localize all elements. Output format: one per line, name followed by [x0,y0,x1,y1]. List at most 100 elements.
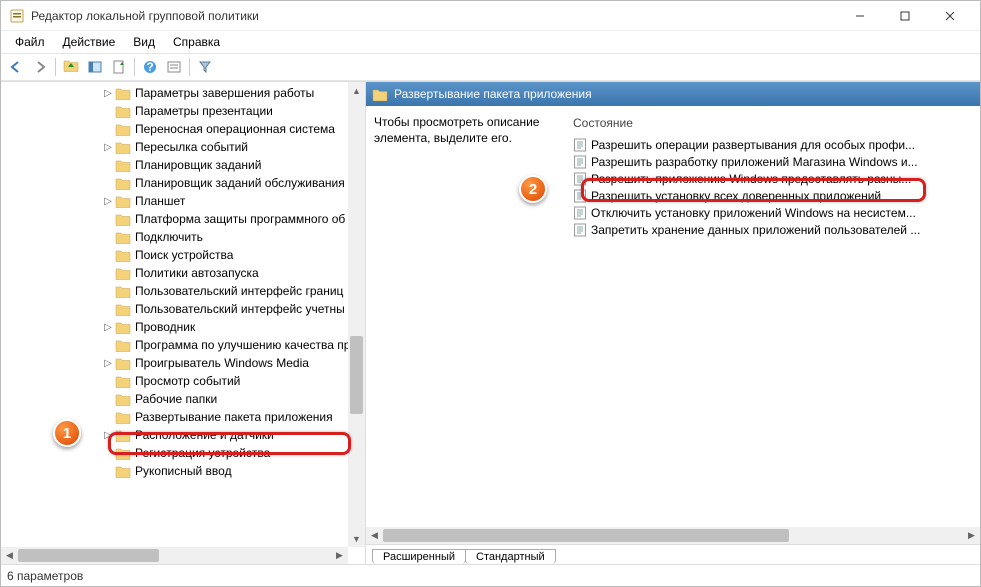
scroll-down-icon[interactable]: ▼ [348,530,365,547]
tree-hscrollbar[interactable]: ◀ ▶ [1,547,348,564]
statusbar: 6 параметров [1,564,980,586]
policy-item[interactable]: Разрешить приложению Windows предоставля… [569,170,972,187]
back-button[interactable] [5,56,27,78]
tree-item-label: Подключить [135,230,203,244]
scroll-thumb[interactable] [383,529,789,542]
policy-item[interactable]: Отключить установку приложений Windows н… [569,204,972,221]
details-hscrollbar[interactable]: ◀ ▶ [366,527,980,544]
scroll-up-icon[interactable]: ▲ [348,82,365,99]
tree-item[interactable]: Платформа защиты программного об [1,210,365,228]
tree-item[interactable]: Рукописный ввод [1,462,365,480]
help-button[interactable]: ? [139,56,161,78]
toolbar-separator-2 [134,58,135,76]
tree-item[interactable]: Параметры презентации [1,102,365,120]
policy-item-label: Запретить хранение данных приложений пол… [591,223,920,237]
menubar: Файл Действие Вид Справка [1,31,980,53]
tree-item[interactable]: Регистрация устройства [1,444,365,462]
window-title: Редактор локальной групповой политики [31,9,837,23]
scroll-thumb[interactable] [18,549,159,562]
details-pane: Развертывание пакета приложения Чтобы пр… [366,82,980,564]
tree-item[interactable]: Пользовательский интерфейс границ [1,282,365,300]
tree-item[interactable]: Политики автозапуска [1,264,365,282]
menu-view[interactable]: Вид [125,33,163,51]
maximize-button[interactable] [882,2,927,30]
folder-icon [372,88,388,101]
tree-item-label: Просмотр событий [135,374,240,388]
policy-setting-icon [573,206,587,220]
tree-item-label: Рабочие папки [135,392,217,406]
minimize-button[interactable] [837,2,882,30]
folder-icon [115,285,131,298]
tree-item[interactable]: ▷ Проводник [1,318,365,336]
filter-button[interactable] [194,56,216,78]
tab-extended[interactable]: Расширенный [372,549,466,564]
tree-item-label: Переносная операционная система [135,122,335,136]
tree-item[interactable]: ▷Проигрыватель Windows Media [1,354,365,372]
policy-setting-icon [573,138,587,152]
tree-item[interactable]: Просмотр событий [1,372,365,390]
policy-setting-icon [573,172,587,186]
tree-item[interactable]: Поиск устройства [1,246,365,264]
policy-item[interactable]: Разрешить операции развертывания для осо… [569,136,972,153]
policy-setting-icon [573,155,587,169]
tab-standard[interactable]: Стандартный [465,549,556,564]
expander-icon[interactable]: ▷ [101,142,115,153]
scroll-thumb[interactable] [350,336,363,414]
menu-help[interactable]: Справка [165,33,228,51]
tree-item-label: Пользовательский интерфейс учетны [135,302,345,316]
tree-item[interactable]: ▷Параметры завершения работы [1,84,365,102]
expander-icon[interactable]: ▷ [101,88,115,99]
column-state-header[interactable]: Состояние [569,114,972,132]
content-area: ▷Параметры завершения работыПараметры пр… [1,81,980,564]
scroll-left-icon[interactable]: ◀ [366,527,383,544]
scroll-left-icon[interactable]: ◀ [1,547,18,564]
tree-item[interactable]: Переносная операционная система [1,120,365,138]
tree-item-label: Поиск устройства [135,248,233,262]
folder-icon [115,141,131,154]
export-button[interactable] [108,56,130,78]
up-button[interactable] [60,56,82,78]
tree-vscrollbar[interactable]: ▲ ▼ [348,82,365,547]
folder-icon [115,213,131,226]
scroll-right-icon[interactable]: ▶ [331,547,348,564]
tree-item[interactable]: ▷Планшет [1,192,365,210]
tree-item[interactable]: Планировщик заданий обслуживания [1,174,365,192]
details-header: Развертывание пакета приложения [366,82,980,106]
properties-button[interactable] [163,56,185,78]
expander-icon[interactable]: ▷ [101,196,115,207]
tabs: Расширенный Стандартный [366,544,980,564]
folder-icon [115,231,131,244]
tree-item[interactable]: Пользовательский интерфейс учетны [1,300,365,318]
expander-icon[interactable]: ▷ [101,430,115,441]
tree-item[interactable]: Подключить [1,228,365,246]
folder-icon [115,303,131,316]
policy-item-label: Отключить установку приложений Windows н… [591,206,916,220]
policy-item-label: Разрешить разработку приложений Магазина… [591,155,918,169]
menu-action[interactable]: Действие [55,33,124,51]
show-hide-button[interactable] [84,56,106,78]
details-list-area: Состояние Разрешить операции развертыван… [569,114,972,536]
forward-button[interactable] [29,56,51,78]
folder-icon [115,411,131,424]
toolbar-separator [55,58,56,76]
folder-icon [115,429,131,442]
tree-item-label: Платформа защиты программного об [135,212,345,226]
folder-icon [115,159,131,172]
tree-item[interactable]: ▷Пересылка событий [1,138,365,156]
tree-item[interactable]: Развертывание пакета приложения [1,408,365,426]
expander-icon[interactable]: ▷ [101,358,115,369]
tree-item[interactable]: ▷ Расположение и датчики [1,426,365,444]
folder-icon [115,177,131,190]
close-button[interactable] [927,2,972,30]
tree-item[interactable]: Программа по улучшению качества пр [1,336,365,354]
scroll-right-icon[interactable]: ▶ [963,527,980,544]
menu-file[interactable]: Файл [7,33,53,51]
tree-item[interactable]: Планировщик заданий [1,156,365,174]
policy-item[interactable]: Разрешить установку всех доверенных прил… [569,187,972,204]
tree-item-label: Расположение и датчики [135,428,274,442]
expander-icon[interactable]: ▷ [101,322,115,333]
policy-item[interactable]: Разрешить разработку приложений Магазина… [569,153,972,170]
policy-item[interactable]: Запретить хранение данных приложений пол… [569,221,972,238]
tree-item[interactable]: Рабочие папки [1,390,365,408]
tree-item-label: Проводник [135,320,195,334]
